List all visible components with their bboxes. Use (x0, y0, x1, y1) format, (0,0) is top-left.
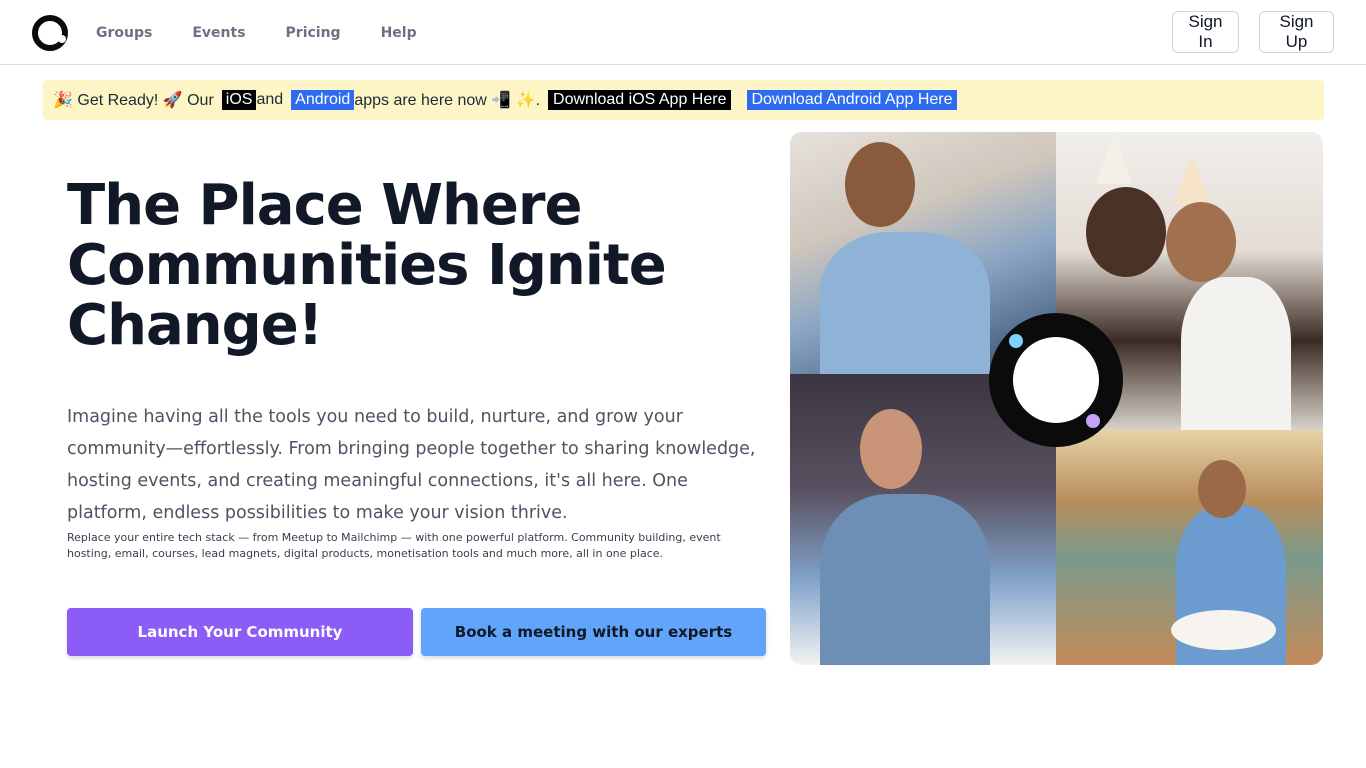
banner-suffix: apps are here now 📲 ✨. (354, 92, 541, 109)
launch-community-button[interactable]: Launch Your Community (67, 608, 413, 656)
person-body-shape (820, 494, 990, 665)
person-body-shape (820, 232, 990, 374)
ring-blue-dot (1009, 334, 1023, 348)
main-nav: Groups Events Pricing Help (96, 25, 457, 41)
android-tag: Android (291, 90, 355, 110)
download-ios-link[interactable]: Download iOS App Here (548, 90, 732, 110)
hero-title: The Place Where Communities Ignite Chang… (67, 173, 667, 358)
banner-and: and (256, 91, 284, 108)
person-head-shape (845, 142, 915, 227)
ring-purple-dot (1086, 414, 1100, 428)
nav-pricing[interactable]: Pricing (286, 25, 341, 41)
party-hat-shape (1174, 154, 1210, 204)
ring-center (1013, 337, 1099, 423)
banner-prefix: 🎉 Get Ready! 🚀 Our (53, 92, 214, 109)
hero-small-text: Replace your entire tech stack — from Me… (67, 531, 721, 560)
top-header: Groups Events Pricing Help Sign In Sign … (0, 0, 1366, 65)
nav-help[interactable]: Help (381, 25, 417, 41)
hero-description: Imagine having all the tools you need to… (67, 407, 756, 523)
person-head-shape (1198, 460, 1246, 518)
book-meeting-button[interactable]: Book a meeting with our experts (421, 608, 766, 656)
app-announcement-banner: 🎉 Get Ready! 🚀 Our iOS and Android apps … (43, 80, 1324, 120)
download-android-link[interactable]: Download Android App Here (747, 90, 957, 110)
brand-logo-icon[interactable] (32, 15, 68, 51)
sign-in-button[interactable]: Sign In (1172, 11, 1239, 53)
photo-outdoor-meal (1056, 430, 1323, 665)
person-head-shape (860, 409, 922, 489)
food-platter-shape (1171, 610, 1276, 650)
nav-events[interactable]: Events (192, 25, 245, 41)
person-head-shape (1086, 187, 1166, 277)
ios-tag: iOS (221, 90, 257, 110)
person-head-shape (1166, 202, 1236, 282)
nav-groups[interactable]: Groups (96, 25, 152, 41)
party-hat-shape (1096, 134, 1132, 184)
hero-image-collage (790, 132, 1323, 665)
person-body-shape (1181, 277, 1291, 430)
brand-ring-icon (989, 313, 1123, 447)
sign-up-button[interactable]: Sign Up (1259, 11, 1334, 53)
